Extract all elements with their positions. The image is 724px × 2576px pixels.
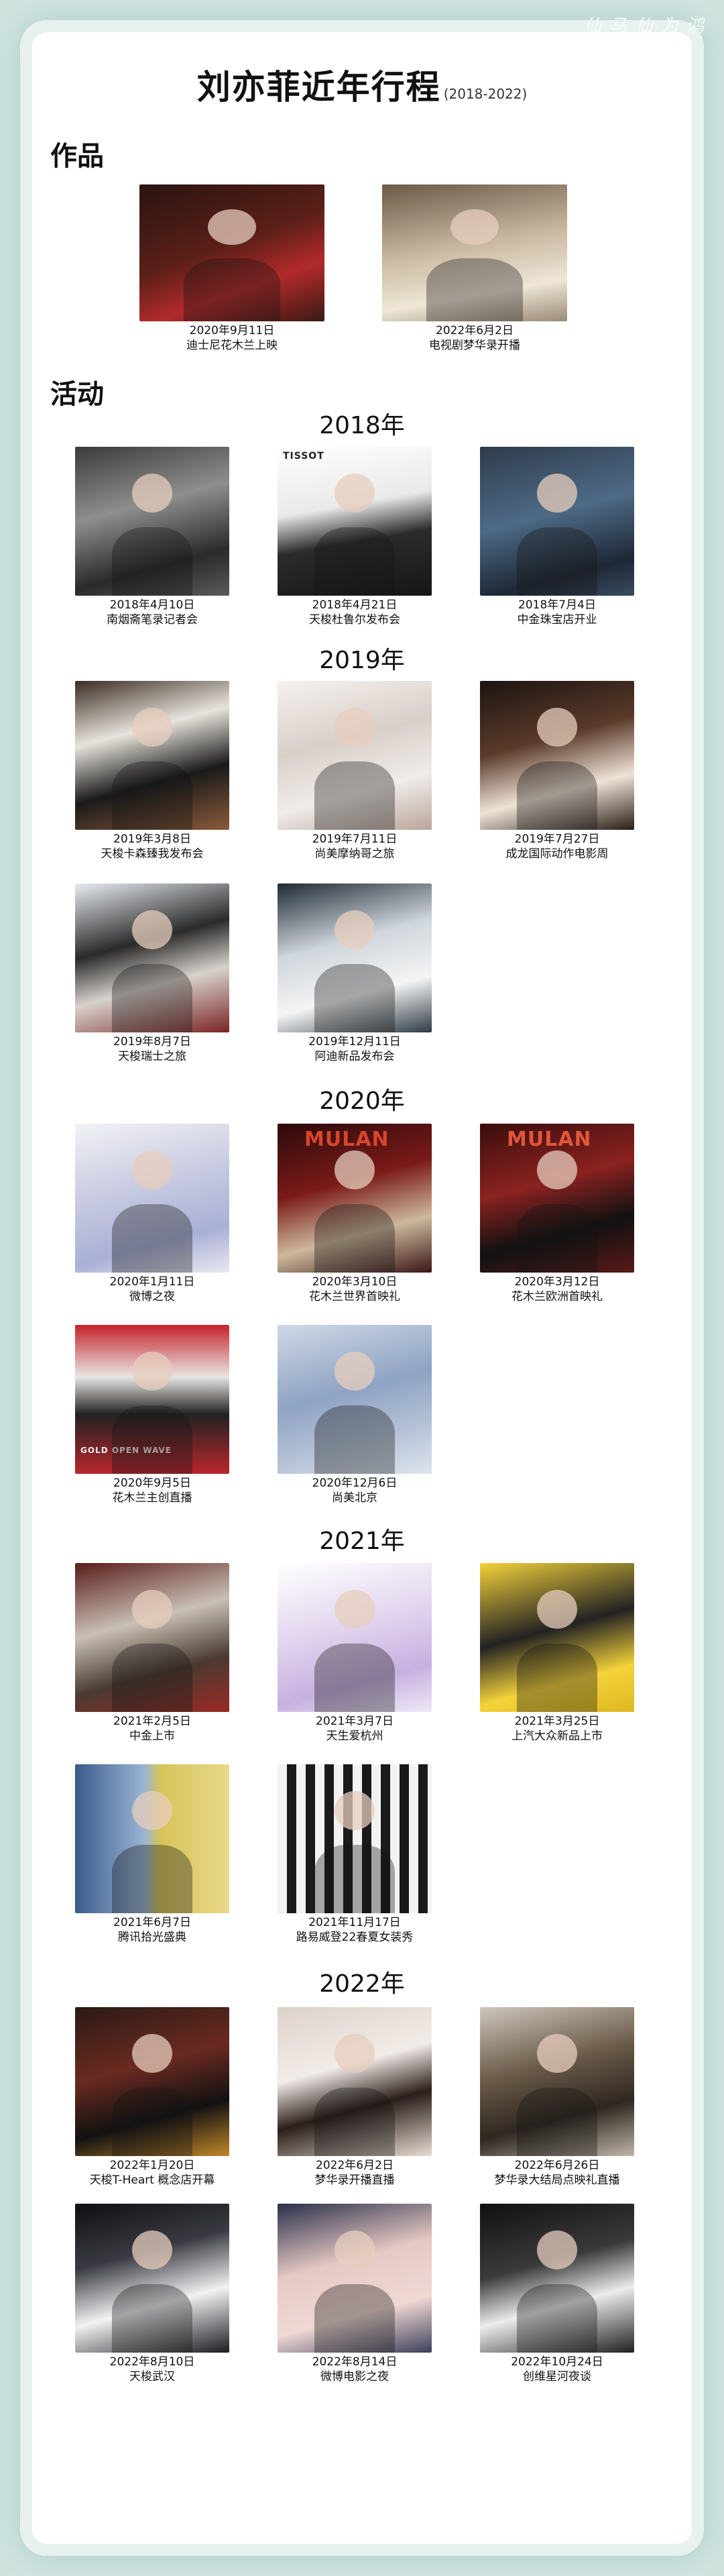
event-caption: 2020年3月10日 花木兰世界首映礼 xyxy=(309,1275,400,1303)
event-item[interactable]: MULAN 2020年3月12日 花木兰欧洲首映礼 xyxy=(480,1124,634,1304)
event-item[interactable]: 2022年6月2日 梦华录开播直播 xyxy=(278,2007,432,2188)
event-item[interactable]: 2018年4月10日 南烟斋笔录记者会 xyxy=(75,447,229,627)
year-label-2020: 2020年 xyxy=(319,1087,405,1115)
event-item[interactable]: 2021年6月7日 腾讯拾光盛典 xyxy=(75,1764,229,1945)
event-caption: 2022年8月14日 微博电影之夜 xyxy=(312,2355,398,2383)
event-item[interactable]: 2021年3月7日 天生爱杭州 xyxy=(278,1563,432,1743)
event-photo xyxy=(278,1563,432,1712)
event-caption: 2022年10月24日 创维星河夜谈 xyxy=(511,2355,603,2383)
event-photo xyxy=(278,2007,432,2156)
year-label-2022: 2022年 xyxy=(319,1970,405,1998)
event-caption: 2018年4月21日 天梭杜鲁尔发布会 xyxy=(309,598,400,627)
event-caption: 2021年6月7日 腾讯拾光盛典 xyxy=(113,1916,191,1944)
corner-signature: 仙 马 仙 为 鸿 xyxy=(583,16,705,36)
section-works-label: 作品 xyxy=(50,140,104,172)
event-photo xyxy=(75,1124,229,1273)
event-item[interactable]: 2022年1月20日 天梭T-Heart 概念店开幕 xyxy=(75,2007,229,2188)
title-text: 刘亦菲近年行程 xyxy=(196,68,441,107)
event-caption: 2019年7月27日 成龙国际动作电影周 xyxy=(505,833,609,861)
year-label-2018: 2018年 xyxy=(319,412,405,439)
event-item[interactable]: 2019年7月11日 尚美摩纳哥之旅 xyxy=(278,681,432,861)
event-caption: 2021年3月7日 天生爱杭州 xyxy=(316,1715,394,1743)
event-item[interactable]: 2022年8月10日 天梭武汉 xyxy=(75,2204,229,2384)
event-item[interactable]: 2019年8月7日 天梭瑞士之旅 xyxy=(75,883,229,1064)
event-item[interactable]: 2019年7月27日 成龙国际动作电影周 xyxy=(480,681,634,861)
year-label-2019: 2019年 xyxy=(319,647,405,674)
event-item[interactable]: 2021年3月25日 上汽大众新品上市 xyxy=(480,1563,634,1743)
event-photo xyxy=(278,1764,432,1913)
event-item[interactable]: 2022年6月26日 梦华录大结局点映礼直播 xyxy=(480,2007,634,2188)
event-caption: 2019年12月11日 阿迪新品发布会 xyxy=(308,1035,401,1063)
work-caption: 2020年9月11日 迪士尼花木兰上映 xyxy=(186,324,278,352)
event-photo xyxy=(75,2007,229,2156)
event-item[interactable]: MULAN 2020年3月10日 花木兰世界首映礼 xyxy=(278,1124,432,1304)
event-caption: 2021年3月25日 上汽大众新品上市 xyxy=(511,1715,603,1743)
event-photo xyxy=(278,1325,432,1474)
event-caption: 2021年2月5日 中金上市 xyxy=(113,1715,191,1743)
brand-watermark: MULAN xyxy=(304,1128,389,1151)
event-caption: 2022年6月2日 梦华录开播直播 xyxy=(314,2159,395,2187)
event-caption: 2020年1月11日 微博之夜 xyxy=(109,1275,195,1303)
event-caption: 2022年6月26日 梦华录大结局点映礼直播 xyxy=(494,2159,620,2187)
event-photo xyxy=(75,681,229,830)
event-item[interactable]: 2020年12月6日 尚美北京 xyxy=(278,1325,432,1505)
event-caption: 2019年7月11日 尚美摩纳哥之旅 xyxy=(312,833,398,861)
event-photo: MULAN xyxy=(480,1124,634,1273)
event-caption: 2018年7月4日 中金珠宝店开业 xyxy=(517,598,597,627)
event-caption: 2020年9月5日 花木兰主创直播 xyxy=(112,1477,192,1505)
event-caption: 2022年8月10日 天梭武汉 xyxy=(109,2355,195,2383)
event-caption: 2021年11月17日 路易威登22春夏女装秀 xyxy=(296,1916,414,1944)
event-photo xyxy=(75,1764,229,1913)
event-caption: 2019年8月7日 天梭瑞士之旅 xyxy=(113,1035,191,1063)
event-item[interactable]: 2020年1月11日 微博之夜 xyxy=(75,1124,229,1304)
event-item[interactable]: 2022年10月24日 创维星河夜谈 xyxy=(480,2204,634,2384)
event-photo xyxy=(75,1563,229,1712)
event-photo: GOLD OPEN WAVE xyxy=(75,1325,229,1474)
brand-watermark: TISSOT xyxy=(283,451,324,462)
page-title: 刘亦菲近年行程 (2018-2022) xyxy=(0,60,724,109)
event-photo xyxy=(278,681,432,830)
event-item[interactable]: 2022年8月14日 微博电影之夜 xyxy=(278,2204,432,2384)
work-caption: 2022年6月2日 电视剧梦华录开播 xyxy=(429,324,520,352)
event-item[interactable]: 2018年7月4日 中金珠宝店开业 xyxy=(480,447,634,627)
event-photo xyxy=(480,2204,634,2353)
event-item[interactable]: 2019年3月8日 天梭卡森臻我发布会 xyxy=(75,681,229,861)
event-photo xyxy=(278,2204,432,2353)
work-photo xyxy=(139,184,324,321)
event-caption: 2019年3月8日 天梭卡森臻我发布会 xyxy=(101,833,204,861)
event-caption: 2020年3月12日 花木兰欧洲首映礼 xyxy=(511,1275,603,1303)
title-subtitle: (2018-2022) xyxy=(443,86,528,102)
work-photo xyxy=(382,184,567,321)
event-item[interactable]: 2019年12月11日 阿迪新品发布会 xyxy=(278,883,432,1064)
event-item[interactable]: GOLD OPEN WAVE 2020年9月5日 花木兰主创直播 xyxy=(75,1325,229,1505)
event-caption: 2018年4月10日 南烟斋笔录记者会 xyxy=(107,598,198,627)
event-photo xyxy=(75,447,229,596)
event-photo xyxy=(480,2007,634,2156)
event-photo xyxy=(480,1563,634,1712)
event-photo xyxy=(75,2204,229,2353)
work-item[interactable]: 2022年6月2日 电视剧梦华录开播 xyxy=(382,184,567,353)
event-item[interactable]: TISSOT 2018年4月21日 天梭杜鲁尔发布会 xyxy=(278,447,432,627)
event-photo xyxy=(480,681,634,830)
event-item[interactable]: 2021年11月17日 路易威登22春夏女装秀 xyxy=(278,1764,432,1945)
year-label-2021: 2021年 xyxy=(319,1527,405,1555)
event-photo xyxy=(480,447,634,596)
event-photo xyxy=(75,883,229,1032)
event-caption: 2022年1月20日 天梭T-Heart 概念店开幕 xyxy=(89,2159,215,2187)
brand-watermark: MULAN xyxy=(507,1128,592,1151)
event-photo: MULAN xyxy=(278,1124,432,1273)
work-item[interactable]: 2020年9月11日 迪士尼花木兰上映 xyxy=(139,184,324,353)
event-photo xyxy=(278,883,432,1032)
event-item[interactable]: 2021年2月5日 中金上市 xyxy=(75,1563,229,1743)
event-photo: TISSOT xyxy=(278,447,432,596)
event-caption: 2020年12月6日 尚美北京 xyxy=(312,1477,398,1505)
